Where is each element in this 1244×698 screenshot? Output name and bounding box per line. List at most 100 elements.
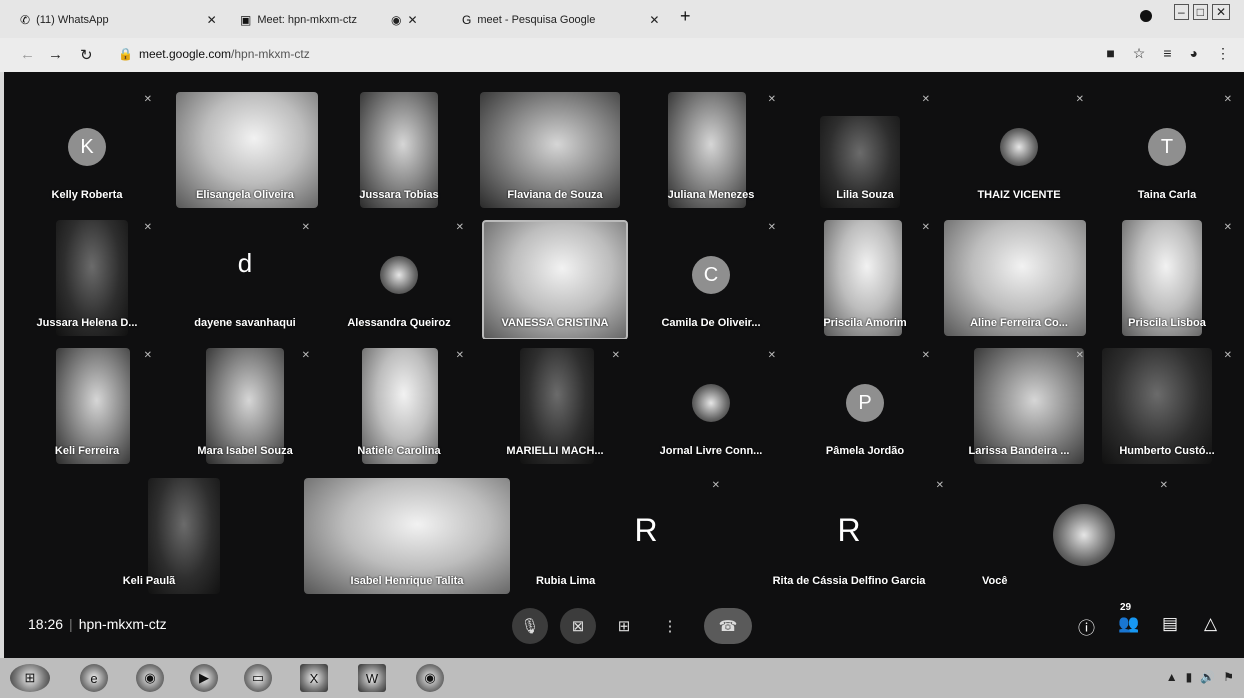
- people-icon[interactable]: 👥: [1118, 614, 1139, 634]
- participant-name: Juliana Menezes: [667, 189, 755, 201]
- participant-tile[interactable]: Aline Ferreira Co...: [944, 214, 1094, 339]
- chrome-icon[interactable]: ◉: [136, 664, 164, 692]
- reload-icon[interactable]: ↻: [80, 46, 93, 64]
- forward-icon[interactable]: →: [48, 46, 63, 63]
- participant-tile[interactable]: Elisangela Oliveira: [170, 86, 320, 211]
- avatar-letter: R: [634, 512, 658, 548]
- start-icon[interactable]: ⊞: [10, 664, 50, 692]
- participant-tile[interactable]: P ✕ Pâmela Jordão: [790, 342, 940, 467]
- participant-tile-self[interactable]: ✕ Você: [968, 472, 1178, 597]
- participant-tile[interactable]: ✕ Jornal Livre Conn...: [636, 342, 786, 467]
- mic-off-icon: ✕: [1075, 350, 1084, 361]
- extension-icon[interactable]: ◕: [1190, 45, 1198, 62]
- tab-label: Meet: hpn-mkxm-ctz: [257, 14, 357, 26]
- participant-tile[interactable]: ✕ Natiele Carolina: [324, 342, 474, 467]
- mic-off-icon: ✕: [1223, 350, 1232, 361]
- more-vert-icon: ⋮: [662, 618, 678, 635]
- participant-tile[interactable]: ✕ Jussara Helena D...: [12, 214, 162, 339]
- participant-tile[interactable]: ✕ Larissa Bandeira ...: [944, 342, 1094, 467]
- excel-icon[interactable]: X: [300, 664, 328, 692]
- participant-tile[interactable]: K ✕ Kelly Roberta: [12, 86, 162, 211]
- url-field[interactable]: 🔒 meet.google.com/hpn-mkxm-ctz: [118, 47, 310, 61]
- chat-icon[interactable]: ▤: [1162, 614, 1178, 634]
- new-tab-button[interactable]: +: [680, 6, 691, 27]
- tab-label: meet - Pesquisa Google: [477, 14, 596, 26]
- participant-tile[interactable]: Jussara Tobias: [324, 86, 474, 211]
- avatar: T: [1148, 128, 1186, 166]
- participant-tile[interactable]: ✕ Humberto Custó...: [1092, 342, 1242, 467]
- participant-tile[interactable]: ✕ Mara Isabel Souza: [170, 342, 320, 467]
- mic-off-icon: ✕: [767, 222, 776, 233]
- volume-icon[interactable]: 🔊: [1200, 670, 1215, 684]
- leave-call-button[interactable]: ☎: [704, 608, 752, 644]
- tab-meet[interactable]: ▣ Meet: hpn-mkxm-ctz ◉ ✕: [240, 6, 418, 34]
- mic-off-icon: ✕: [143, 222, 152, 233]
- word-icon[interactable]: W: [358, 664, 386, 692]
- maximize-icon[interactable]: □: [1192, 4, 1208, 20]
- present-icon: ⊞: [617, 618, 631, 635]
- reading-list-icon[interactable]: ≡: [1163, 45, 1171, 62]
- url-path: /hpn-mkxm-ctz: [231, 47, 310, 61]
- avatar: P: [846, 384, 884, 422]
- close-window-icon[interactable]: ✕: [1211, 4, 1230, 20]
- star-icon[interactable]: ☆: [1133, 45, 1146, 62]
- participant-tile[interactable]: C ✕ Camila De Oliveir...: [636, 214, 786, 339]
- participant-tile[interactable]: Flaviana de Souza: [480, 86, 630, 211]
- close-icon[interactable]: ✕: [649, 13, 659, 27]
- participant-tile[interactable]: R ✕ Rita de Cássia Delfino Garcia: [744, 472, 954, 597]
- camera-toggle-button[interactable]: ⊠: [560, 608, 596, 644]
- mic-off-icon: ✕: [711, 480, 720, 491]
- avatar: K: [68, 128, 106, 166]
- chrome-icon[interactable]: ◉: [416, 664, 444, 692]
- participant-tile[interactable]: ✕ Priscila Amorim: [790, 214, 940, 339]
- participant-tile-active-speaker[interactable]: VANESSA CRISTINA: [480, 214, 630, 339]
- present-button[interactable]: ⊞: [606, 608, 642, 644]
- minimize-icon[interactable]: –: [1174, 4, 1189, 20]
- network-icon[interactable]: ▮: [1186, 670, 1193, 684]
- participant-tile[interactable]: ✕ Juliana Menezes: [636, 86, 786, 211]
- participant-tile[interactable]: ✕ Keli Ferreira: [12, 342, 162, 467]
- participant-name: Camila De Oliveir...: [661, 317, 761, 329]
- participant-tile[interactable]: ✕ MARIELLI MACH...: [480, 342, 630, 467]
- info-icon[interactable]: ⓘ: [1078, 614, 1095, 639]
- participant-name: THAIZ VICENTE: [977, 189, 1061, 201]
- flag-icon[interactable]: ⚑: [1223, 670, 1234, 684]
- participant-tile[interactable]: ✕ Alessandra Queiroz: [324, 214, 474, 339]
- participant-name: Rita de Cássia Delfino Garcia: [772, 575, 926, 587]
- participant-tile[interactable]: R ✕ Rubia Lima: [520, 472, 730, 597]
- folder-icon[interactable]: ▭: [244, 664, 272, 692]
- participant-tile[interactable]: T ✕ Taina Carla: [1092, 86, 1242, 211]
- mic-off-icon: 🎙: [520, 618, 540, 635]
- internet-explorer-icon[interactable]: e: [80, 664, 108, 692]
- participant-tile[interactable]: Isabel Henrique Talita: [302, 472, 512, 597]
- activities-icon[interactable]: △: [1204, 614, 1217, 634]
- close-icon[interactable]: ✕: [407, 13, 417, 27]
- camera-icon[interactable]: ■: [1106, 45, 1114, 62]
- tab-whatsapp[interactable]: ✆ (11) WhatsApp ✕: [20, 6, 217, 34]
- participant-name: Keli Paulã: [122, 575, 176, 587]
- hang-up-icon: ☎: [718, 618, 738, 635]
- menu-icon[interactable]: ⋮: [1216, 45, 1230, 62]
- participant-tile[interactable]: ✕ Lilia Souza: [790, 86, 940, 211]
- participant-name: Alessandra Queiroz: [347, 317, 451, 329]
- system-tray: ▲ ▮ 🔊 ⚑: [1166, 670, 1234, 684]
- tray-arrow-icon[interactable]: ▲: [1166, 670, 1178, 684]
- participant-tile[interactable]: ✕ Priscila Lisboa: [1092, 214, 1242, 339]
- participant-name: Você: [982, 575, 1008, 587]
- avatar-letter: d: [237, 248, 253, 278]
- lock-icon: 🔒: [118, 47, 133, 61]
- participant-tile[interactable]: ✕ THAIZ VICENTE: [944, 86, 1094, 211]
- participant-tile[interactable]: ✕ Keli Paulã: [74, 472, 224, 597]
- participant-name: Jussara Helena D...: [36, 317, 138, 329]
- avatar: C: [692, 256, 730, 294]
- tab-google-search[interactable]: G meet - Pesquisa Google ✕: [462, 6, 659, 34]
- participant-tile[interactable]: d ✕ dayene savanhaqui: [170, 214, 320, 339]
- mic-off-icon: ✕: [1223, 94, 1232, 105]
- mic-toggle-button[interactable]: 🎙: [512, 608, 548, 644]
- profile-icon[interactable]: [1140, 10, 1152, 22]
- close-icon[interactable]: ✕: [207, 13, 217, 27]
- participant-name: Mara Isabel Souza: [197, 445, 293, 457]
- media-player-icon[interactable]: ▶: [190, 664, 218, 692]
- more-options-button[interactable]: ⋮: [652, 608, 688, 644]
- back-icon[interactable]: ←: [20, 46, 35, 63]
